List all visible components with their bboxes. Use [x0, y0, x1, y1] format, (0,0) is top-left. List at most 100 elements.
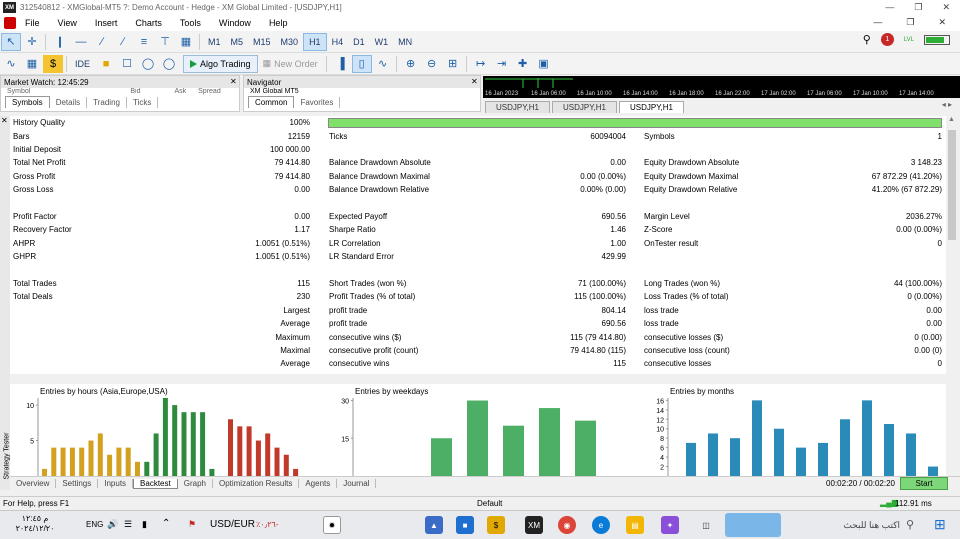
- windows-start-icon[interactable]: ⊞: [934, 516, 946, 533]
- col-ask[interactable]: Ask: [174, 88, 186, 96]
- timeframe-m1[interactable]: M1: [203, 33, 226, 51]
- tab-agents[interactable]: Agents: [299, 479, 338, 488]
- taskbar-clock[interactable]: م ١٢:٤٥ ٢٠٢٤/١٢/٢٠: [6, 514, 64, 534]
- tab-favorites[interactable]: Favorites: [294, 96, 341, 108]
- timeframe-m15[interactable]: M15: [248, 33, 276, 51]
- zoom-out-icon[interactable]: ⊖: [422, 55, 442, 73]
- fibonacci-icon[interactable]: ≡: [134, 33, 154, 51]
- tile-windows-icon[interactable]: ⊞: [443, 55, 463, 73]
- xm-icon[interactable]: XM: [525, 516, 543, 534]
- search-icon[interactable]: ⚲: [863, 33, 871, 46]
- notification-badge[interactable]: 1: [880, 33, 894, 46]
- ide-button[interactable]: IDE: [70, 55, 95, 73]
- zoom-in-icon[interactable]: ⊕: [401, 55, 421, 73]
- ticker-symbol[interactable]: USD/EUR: [210, 519, 255, 530]
- col-symbol[interactable]: Symbol: [7, 88, 30, 96]
- timeframe-w1[interactable]: W1: [370, 33, 394, 51]
- timeframe-mn[interactable]: MN: [393, 33, 417, 51]
- tester-close-icon[interactable]: ✕: [1, 116, 8, 125]
- bar-chart-icon[interactable]: ▐: [331, 55, 351, 73]
- candlestick-icon[interactable]: ▯: [351, 54, 372, 73]
- tab-symbols[interactable]: Symbols: [5, 96, 50, 108]
- search-icon-taskbar[interactable]: ⚲: [906, 518, 914, 531]
- col-bid[interactable]: Bid: [130, 88, 140, 96]
- file-explorer-icon[interactable]: ▤: [626, 516, 644, 534]
- close-icon[interactable]: ✕: [942, 2, 950, 13]
- algo-trading-button[interactable]: Algo Trading: [183, 54, 258, 73]
- cursor-icon[interactable]: ↖: [1, 32, 21, 51]
- chart-tab-3[interactable]: USDJPY,H1: [618, 101, 684, 113]
- tab-ticks[interactable]: Ticks: [127, 96, 159, 108]
- vps-icon[interactable]: ◯: [159, 55, 179, 73]
- templates-icon[interactable]: ▦: [22, 55, 42, 73]
- taskbar-search-input[interactable]: اكتب هنا للبحث: [800, 520, 900, 531]
- edge-icon[interactable]: e: [592, 516, 610, 534]
- trendline-icon[interactable]: ∕: [92, 33, 112, 51]
- menu-insert[interactable]: Insert: [86, 18, 127, 28]
- scroll-thumb[interactable]: [948, 130, 956, 240]
- line-chart-icon[interactable]: ∿: [373, 55, 393, 73]
- menu-help[interactable]: Help: [260, 18, 297, 28]
- battery-icon[interactable]: ▮: [142, 519, 147, 530]
- menu-file[interactable]: File: [16, 18, 49, 28]
- stats-scrollbar[interactable]: ▲: [946, 116, 958, 374]
- dollar-icon[interactable]: $: [43, 54, 63, 73]
- indicators-icon[interactable]: ✚: [513, 55, 533, 73]
- mdi-minimize-icon[interactable]: —: [873, 17, 882, 28]
- vertical-line-icon[interactable]: ❙: [50, 33, 70, 51]
- chart-type-icon[interactable]: ∿: [1, 55, 21, 73]
- navigator-close-icon[interactable]: ✕: [471, 77, 478, 86]
- chatgpt-icon[interactable]: ✹: [323, 516, 341, 534]
- tab-inputs[interactable]: Inputs: [98, 479, 134, 488]
- tab-graph[interactable]: Graph: [178, 479, 213, 488]
- scroll-up-icon[interactable]: ▲: [948, 116, 955, 123]
- market-icon[interactable]: ☐: [117, 55, 137, 73]
- tab-details[interactable]: Details: [50, 96, 88, 108]
- copilot-icon[interactable]: ✦: [661, 516, 679, 534]
- tab-journal[interactable]: Journal: [337, 479, 377, 488]
- metaeditor-icon[interactable]: $: [487, 516, 505, 534]
- volume-icon[interactable]: 🔊: [107, 519, 118, 530]
- chrome-icon[interactable]: ◉: [558, 516, 576, 534]
- store-icon[interactable]: ■: [456, 516, 474, 534]
- status-profile[interactable]: Default: [477, 499, 502, 508]
- chart-tab-1[interactable]: USDJPY,H1: [485, 101, 550, 113]
- start-button[interactable]: Start: [900, 477, 948, 490]
- mdi-restore-icon[interactable]: ❐: [906, 17, 914, 28]
- tab-common[interactable]: Common: [248, 96, 295, 108]
- chart-shift-icon[interactable]: ⇥: [492, 55, 512, 73]
- shapes-icon[interactable]: ▦: [176, 33, 196, 51]
- autoscroll-icon[interactable]: ↦: [471, 55, 491, 73]
- market-watch-close-icon[interactable]: ✕: [230, 77, 237, 86]
- restore-icon[interactable]: ❐: [914, 2, 922, 13]
- timeframe-d1[interactable]: D1: [348, 33, 370, 51]
- task-view-icon[interactable]: ◫: [697, 516, 715, 534]
- tab-trading[interactable]: Trading: [87, 96, 127, 108]
- tab-overview[interactable]: Overview: [10, 479, 57, 488]
- tab-settings[interactable]: Settings: [56, 479, 99, 488]
- timeframe-h1[interactable]: H1: [303, 32, 327, 51]
- new-order-button[interactable]: ▦ New Order: [258, 55, 323, 73]
- app-launcher-icon[interactable]: ▲: [425, 516, 443, 534]
- menu-charts[interactable]: Charts: [126, 18, 171, 28]
- crosshair-icon[interactable]: ✛: [22, 33, 42, 51]
- timeframe-h4[interactable]: H4: [327, 33, 349, 51]
- timeframe-m5[interactable]: M5: [226, 33, 249, 51]
- mdi-close-icon[interactable]: ✕: [938, 17, 946, 28]
- screenshot-icon[interactable]: ▣: [534, 55, 554, 73]
- lock-icon[interactable]: ■: [96, 55, 116, 73]
- horizontal-line-icon[interactable]: —: [71, 33, 91, 51]
- channel-icon[interactable]: ∕: [113, 33, 133, 51]
- tab-backtest[interactable]: Backtest: [133, 478, 178, 489]
- navigator-root[interactable]: XM Global MT5: [250, 88, 299, 95]
- network-icon[interactable]: ☰: [124, 519, 132, 530]
- menu-window[interactable]: Window: [210, 18, 260, 28]
- menu-tools[interactable]: Tools: [171, 18, 210, 28]
- menu-view[interactable]: View: [49, 18, 86, 28]
- gann-icon[interactable]: ⊤: [155, 33, 175, 51]
- chart-tab-2[interactable]: USDJPY,H1: [551, 101, 617, 113]
- chart-window[interactable]: 16 Jan 2023 16 Jan 06:00 16 Jan 10:00 16 Ja…: [483, 76, 960, 98]
- language-indicator[interactable]: ENG: [86, 520, 103, 529]
- minimize-icon[interactable]: —: [885, 2, 894, 13]
- chart-tab-scroll[interactable]: ◂ ▸: [942, 100, 952, 109]
